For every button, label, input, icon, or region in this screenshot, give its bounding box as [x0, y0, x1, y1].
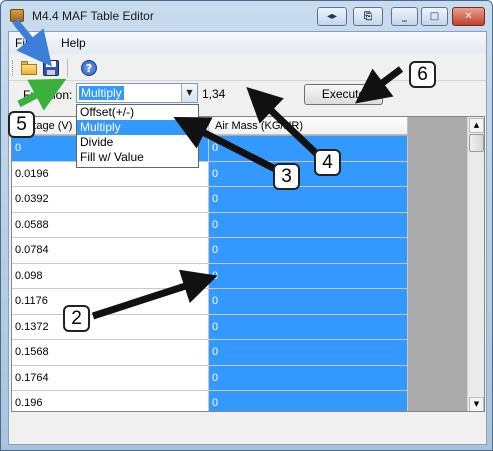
annotation-5: 6 — [409, 61, 436, 88]
annotation-4: 4 — [314, 149, 341, 176]
annotation-6: 5 — [8, 111, 35, 138]
arrow-green-to-function — [17, 78, 67, 111]
arrow-to-multiply — [173, 117, 279, 174]
arrow-to-value — [246, 86, 322, 159]
annotation-2: 2 — [63, 305, 90, 332]
arrow-to-cell — [91, 269, 218, 320]
app-window: M4.4 MAF Table Editor ◂▸ ⎘ _ □ ✕ File He… — [0, 0, 493, 451]
annotation-3: 3 — [273, 163, 300, 190]
arrow-to-execute — [355, 66, 404, 104]
arrow-blue-to-save — [12, 18, 53, 67]
